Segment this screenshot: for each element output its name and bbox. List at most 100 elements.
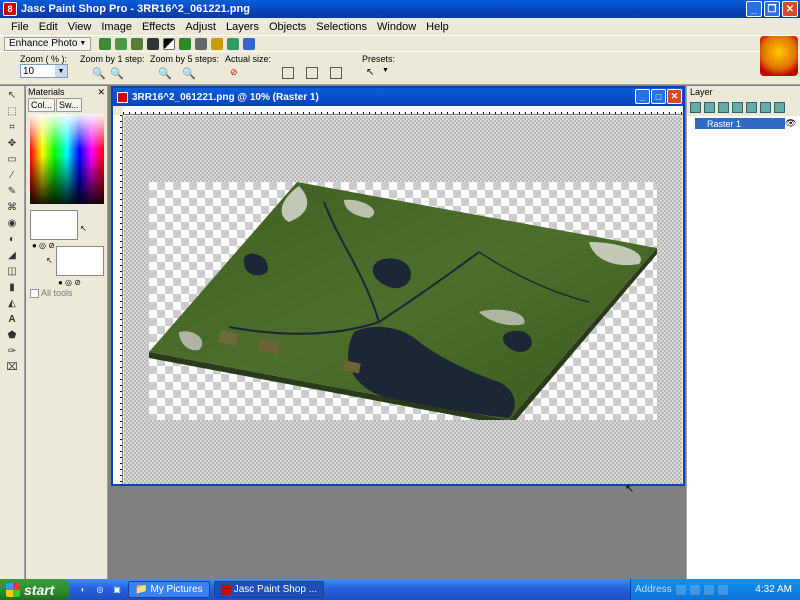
all-tools-option[interactable]: All tools — [30, 288, 73, 298]
menu-image[interactable]: Image — [96, 21, 137, 33]
app-title-bar: 8 Jasc Paint Shop Pro - 3RR16^2_061221.p… — [0, 0, 800, 18]
image-minimize-button[interactable]: _ — [635, 89, 650, 104]
image-maximize-button[interactable]: □ — [651, 89, 666, 104]
actual-size-icon[interactable]: ⊘ — [230, 67, 242, 79]
zoom-in-5-icon[interactable]: 🔍 — [158, 67, 172, 80]
zoom-out-icon[interactable]: 🔍 — [110, 67, 124, 80]
fill-tool-icon[interactable]: ◫ — [3, 264, 21, 278]
one-step-fix-icon[interactable] — [99, 37, 112, 50]
photo-fix-icon[interactable] — [131, 37, 144, 50]
menu-edit[interactable]: Edit — [34, 21, 63, 33]
noise-icon[interactable] — [243, 37, 256, 50]
presets-label: Presets: — [362, 54, 396, 64]
swap-materials-icon[interactable]: ↖ — [46, 256, 53, 265]
quick-launch-media-icon[interactable]: ◎ — [93, 583, 107, 597]
image-window[interactable]: 3RR16^2_061221.png @ 10% (Raster 1) _ □ … — [111, 86, 685, 486]
start-button[interactable]: start — [0, 579, 70, 600]
task-my-pictures[interactable]: 📁 My Pictures — [128, 581, 210, 598]
task-paint-shop-pro[interactable]: Jasc Paint Shop ... — [213, 581, 325, 598]
quick-launch-browser-icon[interactable]: ◐ — [76, 583, 90, 597]
flood-fill-icon[interactable]: ◭ — [3, 296, 21, 310]
all-tools-checkbox[interactable] — [30, 288, 39, 298]
clarify-icon[interactable] — [227, 37, 240, 50]
new-group-icon[interactable] — [704, 101, 715, 113]
background-style-icon[interactable]: ● ◎ ⊘ — [58, 278, 81, 287]
layer-item-raster-1[interactable]: Raster 1 — [695, 118, 785, 129]
background-swatch[interactable] — [56, 246, 104, 276]
tray-app-icon[interactable] — [717, 584, 728, 595]
mask-layer-icon[interactable] — [732, 101, 743, 113]
menu-help[interactable]: Help — [421, 21, 454, 33]
paint-brush-icon[interactable]: ✎ — [3, 184, 21, 198]
app-icon[interactable]: 8 — [3, 2, 17, 16]
fit-window-icon[interactable] — [282, 67, 294, 79]
menu-view[interactable]: View — [63, 21, 97, 33]
text-tool-icon[interactable]: A — [3, 312, 21, 326]
presets-arrow-icon[interactable]: ↖ — [366, 67, 378, 79]
move-tool-icon[interactable]: ✥ — [3, 136, 21, 150]
materials-title: Materials — [28, 87, 65, 97]
menu-file[interactable]: File — [6, 21, 34, 33]
zoom-out-5-icon[interactable]: 🔍 — [182, 67, 196, 80]
new-layer-icon[interactable] — [690, 101, 701, 113]
menu-adjust[interactable]: Adjust — [180, 21, 221, 33]
selection-tool-icon[interactable]: ⬚ — [3, 104, 21, 118]
preset-shape-icon[interactable]: ⬟ — [3, 328, 21, 342]
window-title: Jasc Paint Shop Pro - 3RR16^2_061221.png — [21, 3, 250, 15]
mouse-cursor-icon: ↖ — [625, 483, 635, 495]
close-button[interactable]: ✕ — [782, 1, 798, 17]
menu-selections[interactable]: Selections — [311, 21, 372, 33]
shape-tool-icon[interactable]: ▭ — [3, 152, 21, 166]
tray-volume-icon[interactable] — [689, 584, 700, 595]
canvas-area[interactable] — [124, 116, 682, 484]
crop-tool-icon[interactable]: ⌗ — [3, 120, 21, 134]
zoom-in-icon[interactable]: 🔍 — [92, 67, 106, 80]
levels-icon[interactable] — [211, 37, 224, 50]
pen-tool-icon[interactable]: ✑ — [3, 344, 21, 358]
duplicate-layer-icon[interactable] — [718, 101, 729, 113]
restore-button[interactable]: ❐ — [764, 1, 780, 17]
tab-swatches[interactable]: Sw... — [56, 98, 82, 112]
enhance-photo-button[interactable]: Enhance Photo ▼ — [4, 36, 92, 51]
pan-tool-icon[interactable]: ↖ — [3, 88, 21, 102]
tray-network-icon[interactable] — [675, 584, 686, 595]
clone-brush-icon[interactable]: ⌘ — [3, 200, 21, 214]
color-balance-icon[interactable] — [115, 37, 128, 50]
tray-security-icon[interactable] — [703, 584, 714, 595]
sharpen-icon[interactable] — [179, 37, 192, 50]
dodge-tool-icon[interactable]: ◐ — [3, 232, 21, 246]
fit-screen-icon[interactable] — [330, 67, 342, 79]
scratch-remover-icon[interactable]: ◉ — [3, 216, 21, 230]
layer-properties-icon[interactable] — [774, 101, 785, 113]
picture-tube-icon[interactable]: ▮ — [3, 280, 21, 294]
delete-layer-icon[interactable] — [746, 101, 757, 113]
layer-toolbar — [687, 98, 800, 116]
menu-layers[interactable]: Layers — [221, 21, 264, 33]
image-canvas[interactable] — [149, 182, 657, 426]
presets-dropdown-icon[interactable]: ▼ — [382, 67, 394, 79]
fit-image-icon[interactable] — [306, 67, 318, 79]
zoom-spinner-icon[interactable]: ▼ — [55, 65, 67, 77]
zoom-label: Zoom ( % ): — [20, 54, 68, 64]
dropper-tool-icon[interactable]: ⁄ — [3, 168, 21, 182]
menu-objects[interactable]: Objects — [264, 21, 311, 33]
menu-window[interactable]: Window — [372, 21, 421, 33]
tab-colors[interactable]: Col... — [28, 98, 56, 112]
histogram-icon[interactable] — [195, 37, 208, 50]
eraser-tool-icon[interactable]: ◢ — [3, 248, 21, 262]
contrast-icon[interactable] — [163, 37, 176, 50]
swap-colors-icon[interactable]: ↖ — [80, 224, 87, 233]
zoom1-label: Zoom by 1 step: — [80, 54, 145, 64]
image-close-button[interactable]: ✕ — [667, 89, 682, 104]
visibility-eye-icon[interactable]: 👁 — [785, 118, 796, 128]
red-eye-icon[interactable] — [147, 37, 160, 50]
close-icon[interactable]: ✕ — [97, 87, 105, 98]
link-layer-icon[interactable] — [760, 101, 771, 113]
foreground-swatch[interactable] — [30, 210, 78, 240]
zoom-input[interactable]: 10 ▼ — [20, 64, 68, 78]
foreground-style-icon[interactable]: ● ◎ ⊘ — [32, 241, 55, 250]
quick-launch-flac-icon[interactable]: ▣ — [110, 583, 124, 597]
menu-effects[interactable]: Effects — [137, 21, 180, 33]
minimize-button[interactable]: _ — [746, 1, 762, 17]
warp-tool-icon[interactable]: ⌧ — [3, 360, 21, 374]
